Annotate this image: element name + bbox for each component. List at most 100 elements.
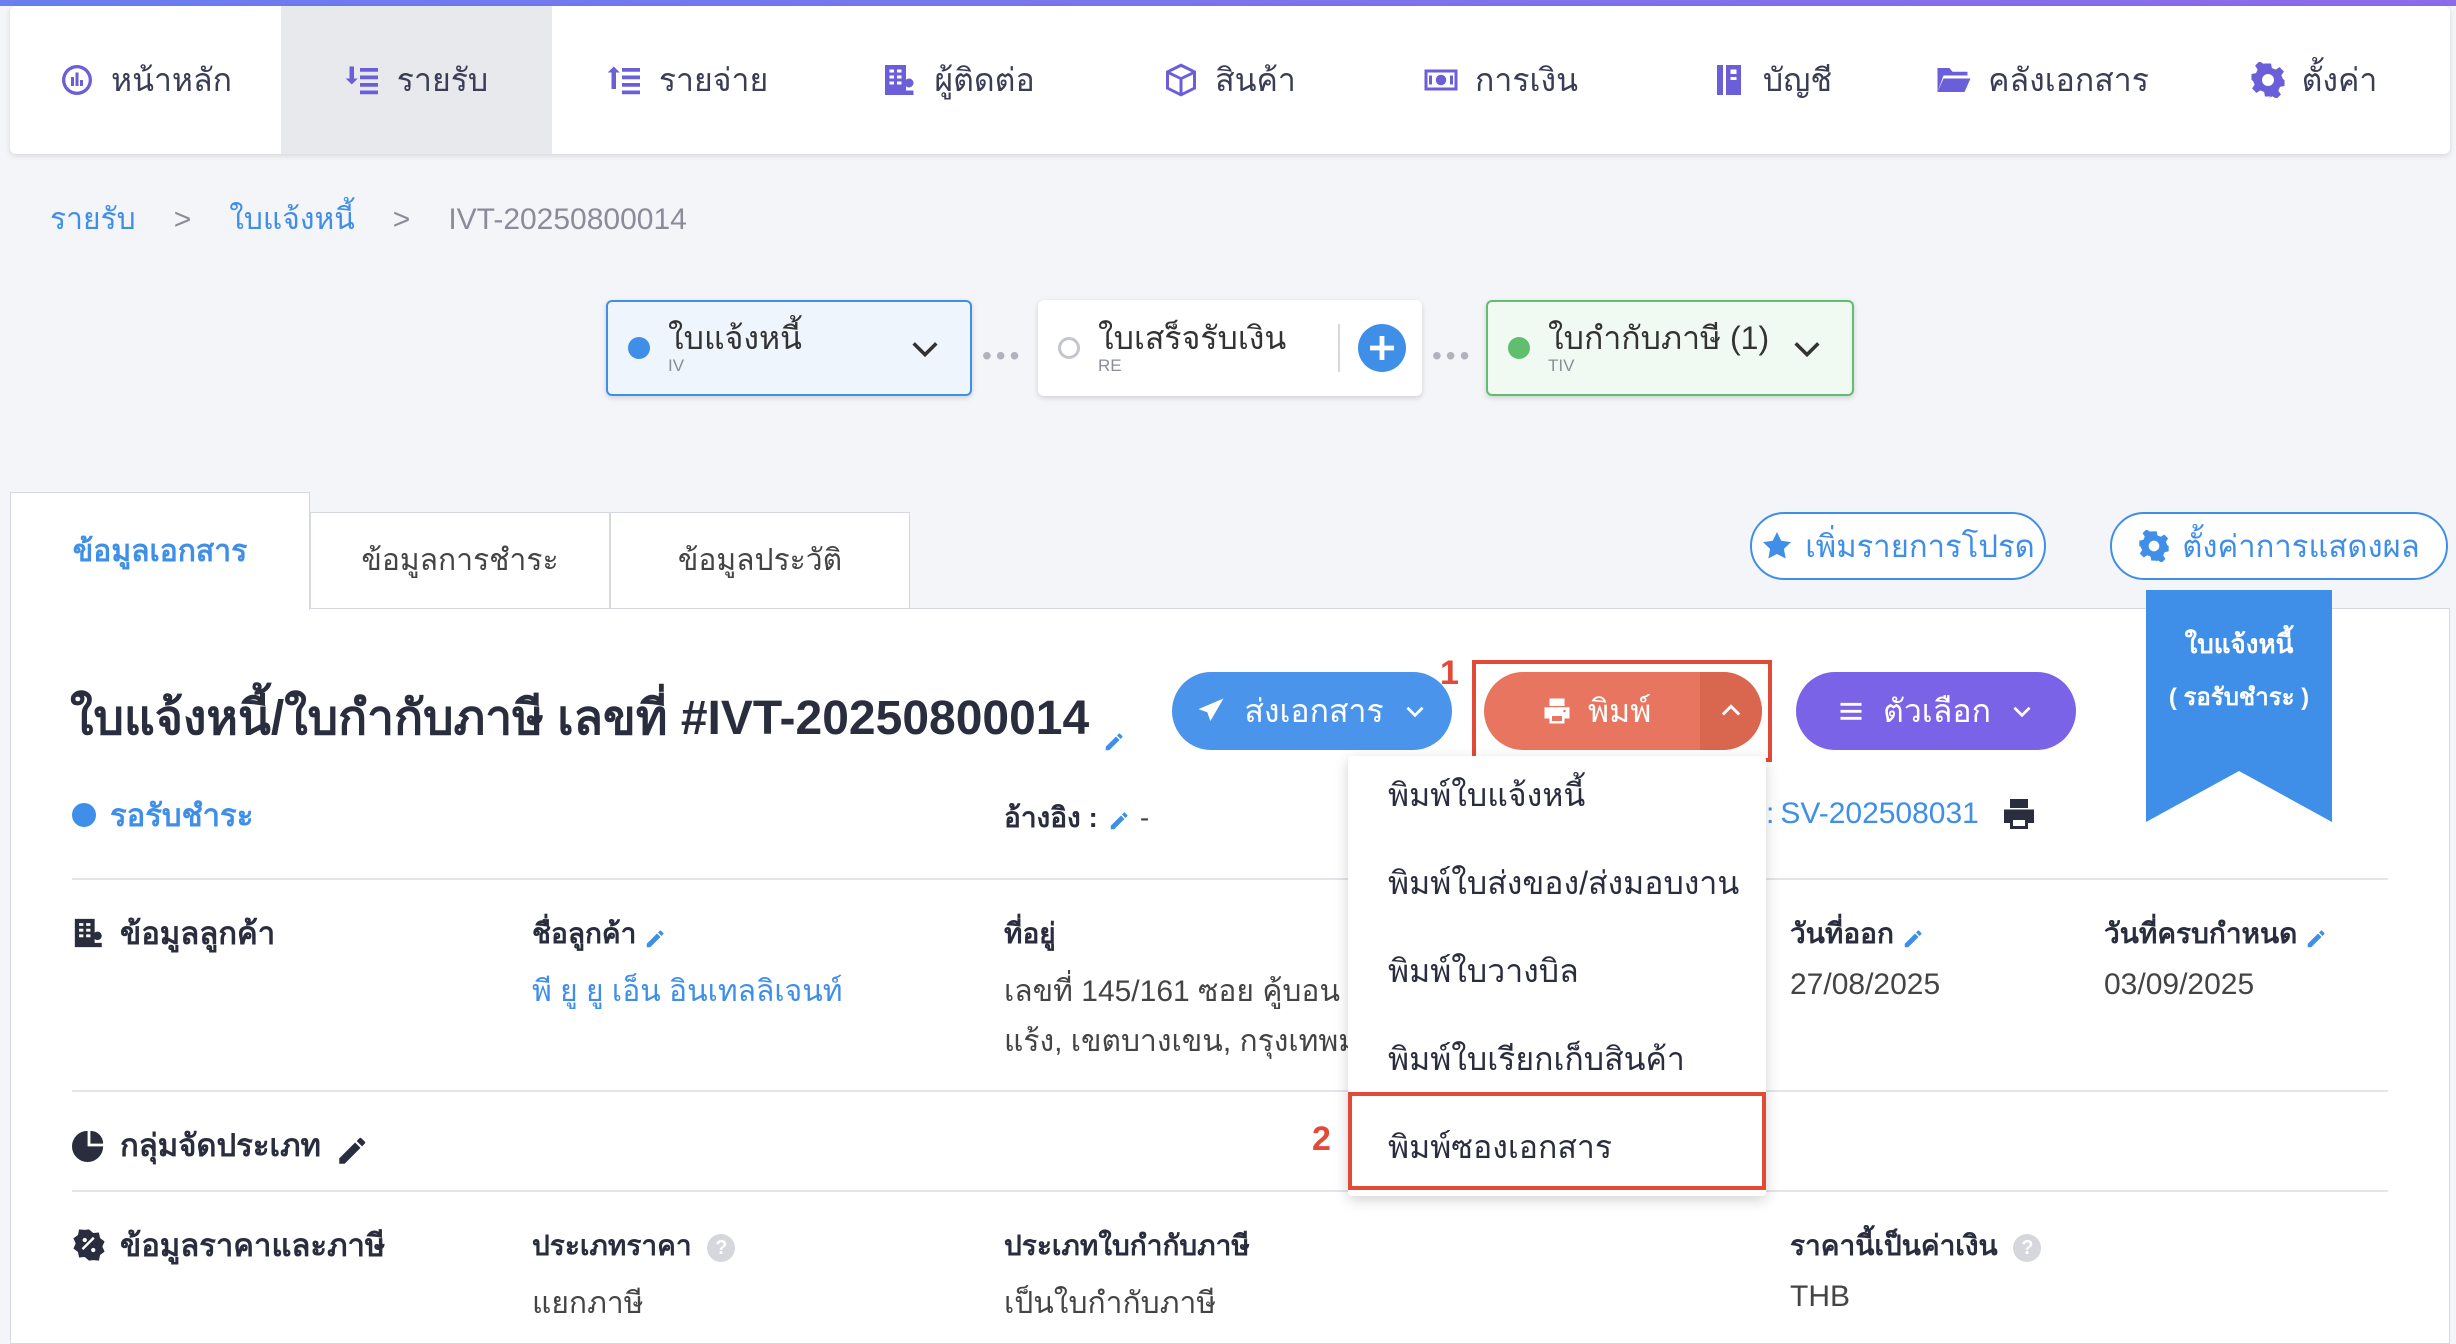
help-icon[interactable]: ? (2013, 1233, 2042, 1262)
pricing-section-title: ข้อมูลราคาและภาษี (72, 1220, 385, 1270)
gear-icon (2139, 530, 2169, 562)
flow-step-code: TIV (1548, 356, 1575, 375)
customer-name-label-text: ชื่อลูกค้า (532, 918, 637, 949)
edit-icon[interactable] (1108, 807, 1130, 830)
flow-step-tax-invoice[interactable]: ใบกำกับภาษี (1) TIV (1486, 300, 1854, 396)
nav-item-income[interactable]: รายรับ (281, 6, 552, 154)
nav-item-products[interactable]: สินค้า (1094, 6, 1365, 154)
nav-item-accounting[interactable]: บัญชี (1636, 6, 1907, 154)
edit-icon[interactable] (1902, 925, 1924, 947)
add-receipt-button[interactable] (1358, 324, 1406, 372)
nav-label: การเงิน (1475, 61, 1578, 98)
page-title: ใบแจ้งหนี้/ใบกำกับภาษี เลขที่ #IVT-20250… (70, 680, 1125, 756)
folder-icon (1937, 68, 1971, 92)
sv-prefix: : (1766, 797, 1775, 830)
divider (72, 1190, 2388, 1192)
edit-icon[interactable] (1103, 710, 1125, 751)
tax-doc-type-label: ประเภทใบกำกับภาษี (1004, 1230, 1250, 1261)
sv-link[interactable]: SV-202508031 (1780, 797, 1979, 831)
options-button[interactable]: ตัวเลือก (1796, 672, 2076, 750)
flow-step-title: ใบแจ้งหนี้ (668, 320, 802, 356)
income-icon (345, 66, 378, 95)
flow-step-title: ใบเสร็จรับเงิน (1098, 320, 1287, 356)
chevron-down-icon[interactable] (908, 332, 942, 366)
send-document-button[interactable]: ส่งเอกสาร (1172, 672, 1452, 750)
annotation-number-1: 1 (1440, 654, 1459, 692)
reference-value: - (1139, 802, 1150, 833)
nav-item-expense[interactable]: รายจ่าย (552, 6, 823, 154)
money-icon (1424, 69, 1458, 91)
tax-doc-type-value: เป็นใบกำกับภาษี (1004, 1287, 1217, 1320)
issue-date-label: วันที่ออก (1790, 912, 1924, 956)
menu-item-print-billing-note[interactable]: พิมพ์ใบวางบิล (1388, 946, 1579, 997)
breadcrumb-current: IVT-20250800014 (448, 202, 687, 236)
nav-label: รายจ่าย (658, 61, 769, 98)
add-favorite-button[interactable]: เพิ่มรายการโปรด (1750, 512, 2046, 580)
add-favorite-label: เพิ่มรายการโปรด (1805, 529, 2035, 564)
breadcrumb-separator: > (173, 202, 192, 236)
help-icon[interactable]: ? (707, 1233, 736, 1262)
contacts-icon (885, 65, 914, 95)
gear-icon (2251, 62, 2285, 98)
document-title-text: ใบแจ้งหนี้/ใบกำกับภาษี เลขที่ #IVT-20250… (70, 692, 1090, 745)
flow-step-title: ใบกำกับภาษี (1) (1548, 320, 1770, 356)
due-date-label: วันที่ครบกำหนด (2104, 912, 2327, 956)
display-settings-button[interactable]: ตั้งค่าการแสดงผล (2110, 512, 2448, 580)
options-label: ตัวเลือก (1883, 692, 1991, 729)
flow-step-invoice[interactable]: ใบแจ้งหนี้ IV (606, 300, 972, 396)
nav-item-documents[interactable]: คลังเอกสาร (1907, 6, 2178, 154)
menu-item-print-invoice[interactable]: พิมพ์ใบแจ้งหนี้ (1388, 770, 1585, 821)
pricing-section-label: ข้อมูลราคาและภาษี (120, 1228, 386, 1263)
annotation-number-2: 2 (1312, 1120, 1331, 1158)
status-dot (1058, 337, 1080, 359)
breadcrumb-separator: > (392, 202, 411, 236)
address-line-1: เลขที่ 145/161 ซอย คู้บอน (1004, 975, 1340, 1008)
breadcrumb-income[interactable]: รายรับ (50, 196, 136, 243)
service-order-ref: : SV-202508031 (1766, 796, 2037, 832)
customer-name-link[interactable]: พี ยู ยู เอ็น อินเทลลิเจนท์ (532, 968, 843, 1015)
address-label: ที่อยู่ (1004, 918, 1056, 949)
ribbon-title: ใบแจ้งหนี้ (2184, 629, 2294, 659)
status-dot (1508, 337, 1530, 359)
menu-item-print-collection[interactable]: พิมพ์ใบเรียกเก็บสินค้า (1388, 1034, 1685, 1085)
edit-icon[interactable] (2305, 925, 2327, 947)
flow-step-receipt[interactable]: ใบเสร็จรับเงิน RE (1038, 300, 1422, 396)
nav-item-dashboard[interactable]: หน้าหลัก (10, 6, 281, 154)
paper-plane-icon (1198, 698, 1224, 721)
breadcrumb-invoice[interactable]: ใบแจ้งหนี้ (229, 196, 355, 243)
status-dot (628, 337, 650, 359)
price-type-label: ประเภทราคา ? (532, 1224, 736, 1268)
pie-chart-icon (72, 1130, 104, 1162)
menu-item-print-delivery-note[interactable]: พิมพ์ใบส่งของ/ส่งมอบงาน (1388, 858, 1739, 909)
edit-icon[interactable] (644, 925, 666, 947)
status-dot (72, 803, 96, 827)
currency-value: THB (1790, 1280, 1850, 1313)
chevron-down-icon[interactable] (1790, 332, 1824, 366)
divider (72, 878, 2388, 880)
flow-step-code: RE (1098, 356, 1122, 375)
box-icon (1166, 63, 1197, 97)
issue-date-value: 27/08/2025 (1790, 968, 1941, 1001)
display-settings-label: ตั้งค่าการแสดงผล (2182, 529, 2420, 564)
price-type-value: แยกภาษี (532, 1287, 644, 1320)
tab-history-info[interactable]: ข้อมูลประวัติ (610, 512, 910, 608)
price-type-label-text: ประเภทราคา (532, 1230, 692, 1261)
nav-label: รายรับ (396, 61, 489, 98)
send-label: ส่งเอกสาร (1244, 692, 1384, 729)
tab-payment-info[interactable]: ข้อมูลการชำระ (310, 512, 610, 608)
category-section-label: กลุ่มจัดประเภท (120, 1128, 321, 1163)
menu-icon (1840, 702, 1862, 720)
nav-item-contacts[interactable]: ผู้ติดต่อ (823, 6, 1094, 154)
category-section-title: กลุ่มจัดประเภท (72, 1120, 366, 1170)
nav-item-settings[interactable]: ตั้งค่า (2178, 6, 2449, 154)
customer-section-label: ข้อมูลลูกค้า (120, 916, 276, 951)
tab-document-info[interactable]: ข้อมูลเอกสาร (10, 492, 310, 610)
flow-step-code: IV (668, 356, 685, 375)
status-badge: รอรับชำระ (72, 790, 253, 840)
printer-icon[interactable] (2001, 796, 2037, 832)
customer-name-label: ชื่อลูกค้า (532, 912, 666, 956)
edit-icon[interactable] (335, 1134, 366, 1164)
nav-item-finance[interactable]: การเงิน (1365, 6, 1636, 154)
nav-label: บัญชี (1762, 61, 1833, 98)
divider (72, 1090, 2388, 1092)
